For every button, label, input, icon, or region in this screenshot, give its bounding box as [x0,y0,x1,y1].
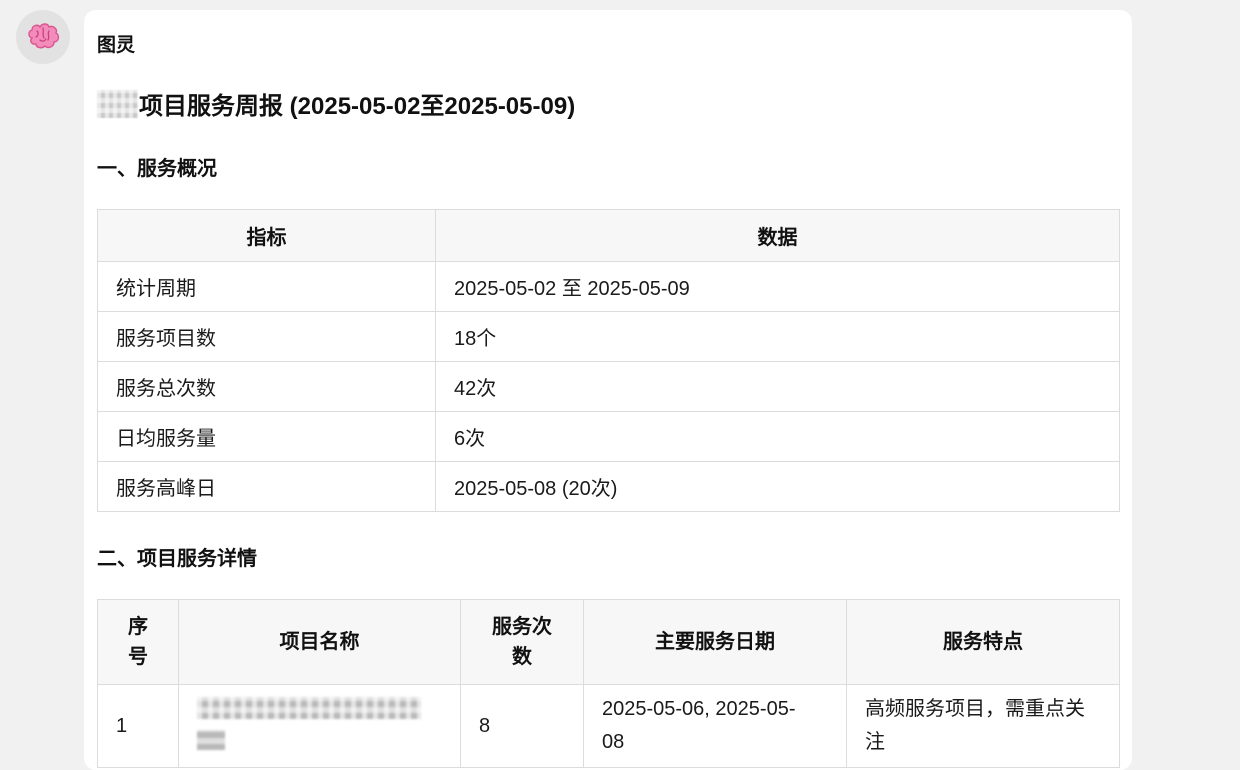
metric-cell: 统计周期 [97,261,436,312]
column-header-count: 服务次 数 [460,599,584,685]
metric-cell: 服务项目数 [97,311,436,362]
table-row: 服务高峰日 2025-05-08 (20次) [97,461,1120,512]
report-title: 项目服务周报 (2025-05-02至2025-05-09) [97,86,575,121]
table-header-row: 指标 数据 [97,209,1120,262]
details-table: 序 号 项目名称 服务次 数 主要服务日期 服务特点 1 8 2025-05-0… [97,599,1120,768]
redacted-project-name-tail [197,730,225,750]
sender-name: 图灵 [97,35,136,56]
feature-cell: 高频服务项目，需重点关 注 [846,684,1120,768]
table-row: 统计周期 2025-05-02 至 2025-05-09 [97,261,1120,312]
table-row: 服务项目数 18个 [97,311,1120,362]
metric-cell: 服务高峰日 [97,461,436,512]
column-header-feature: 服务特点 [846,599,1120,685]
section-heading-overview: 一、服务概况 [97,158,217,180]
dates-cell: 2025-05-06, 2025-05- 08 [583,684,847,768]
section-heading-details: 二、项目服务详情 [97,548,257,570]
metric-cell: 日均服务量 [97,411,436,462]
table-row: 1 8 2025-05-06, 2025-05- 08 高频服务项目，需重点关 … [97,684,1120,768]
table-row: 服务总次数 42次 [97,361,1120,412]
brain-icon [28,23,60,49]
avatar [16,10,70,64]
message-card: 图灵 项目服务周报 (2025-05-02至2025-05-09) 一、服务概况… [84,10,1132,770]
value-cell: 42次 [435,361,1120,412]
column-header-index: 序 号 [97,599,179,685]
value-cell: 2025-05-08 (20次) [435,461,1120,512]
column-header: 指标 [97,209,436,262]
count-cell: 8 [460,684,584,768]
table-header-row: 序 号 项目名称 服务次 数 主要服务日期 服务特点 [97,599,1120,685]
value-cell: 6次 [435,411,1120,462]
project-name-cell [178,684,461,768]
overview-table: 指标 数据 统计周期 2025-05-02 至 2025-05-09 服务项目数… [97,209,1120,512]
redacted-project-name [197,696,421,719]
index-cell: 1 [97,684,179,768]
table-row: 日均服务量 6次 [97,411,1120,462]
report-title-text: 项目服务周报 (2025-05-02至2025-05-09) [139,93,576,120]
column-header-name: 项目名称 [178,599,461,685]
metric-cell: 服务总次数 [97,361,436,412]
redacted-text [97,89,138,118]
value-cell: 18个 [435,311,1120,362]
value-cell: 2025-05-02 至 2025-05-09 [435,261,1120,312]
column-header-dates: 主要服务日期 [583,599,847,685]
column-header: 数据 [435,209,1120,262]
